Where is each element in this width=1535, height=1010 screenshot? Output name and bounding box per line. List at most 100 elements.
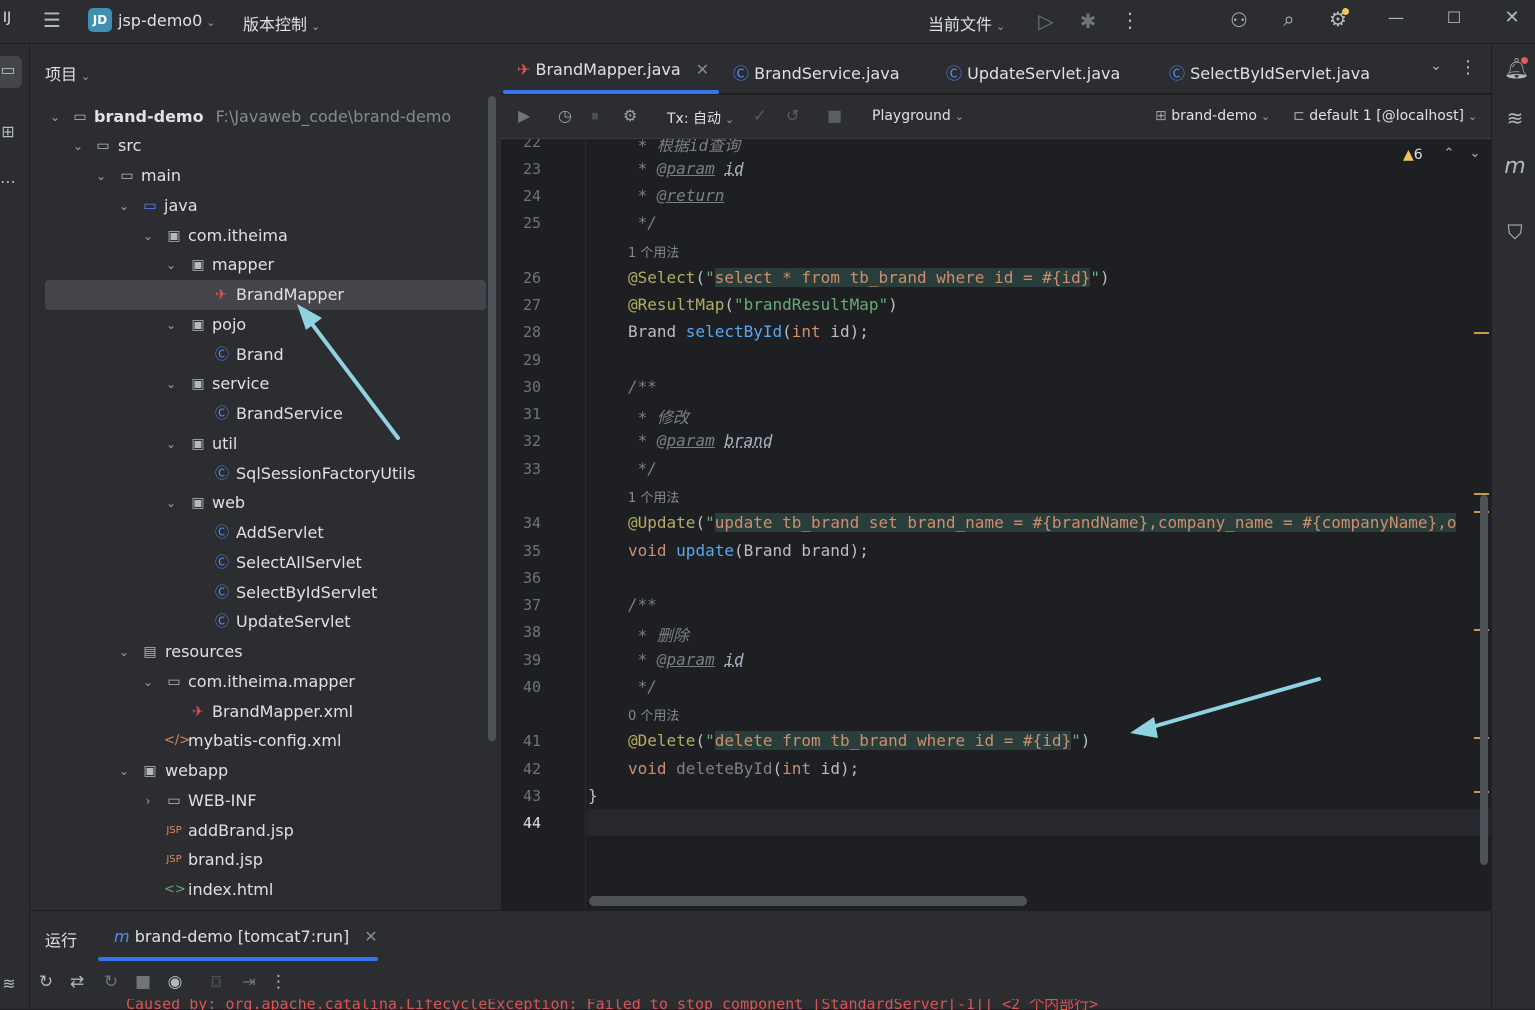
chevron-down-icon[interactable]: ⌄ [164,369,178,399]
chevron-down-icon[interactable]: ⌄ [164,250,178,280]
more-tools-icon[interactable]: ⋯ [0,172,16,191]
session-selector[interactable]: ⊏ default 1 [@localhost] ⌄ [1293,108,1477,124]
tree-item-addbrand-jsp[interactable]: JSP addBrand.jsp [30,816,501,846]
tree-item-java[interactable]: ⌄ ▭ java [30,191,501,221]
shield-icon[interactable]: ⛉ [1504,220,1526,244]
chevron-down-icon[interactable]: ⌄ [71,131,85,161]
tx-mode-selector[interactable]: Tx: 自动 ⌄ [667,108,734,128]
tree-item-sqlsessionfactoryutils[interactable]: Ⓒ SqlSessionFactoryUtils [30,459,501,489]
tree-item-webapp[interactable]: ⌄ ▣ webapp [30,756,501,786]
tree-item-brandmapper[interactable]: ✈ BrandMapper [45,280,486,310]
tree-item-brand-demo[interactable]: ⌄ ▭ brand-demo F:\Javaweb_code\brand-demo [30,102,501,132]
stop-icon[interactable]: ■ [827,106,842,125]
run-tab[interactable]: m brand-demo [tomcat7:run] ✕ [114,927,378,946]
tree-item-index-html[interactable]: <> index.html [30,875,501,905]
chevron-down-icon[interactable]: ⌄ [117,756,131,786]
project-panel-title[interactable]: 项目 ⌄ [45,61,90,85]
rollback-icon[interactable]: ↺ [786,106,799,125]
warnings-indicator[interactable]: ▲6 [1403,147,1423,163]
tree-item-brandmapper-xml[interactable]: ✈ BrandMapper.xml [30,697,501,727]
project-switcher[interactable]: jsp-demo0 ⌄ [118,11,215,30]
tree-item-mapper[interactable]: ⌄ ▣ mapper [30,250,501,280]
prev-warning-icon[interactable]: ⌃ [1441,146,1457,161]
tree-item-resources[interactable]: ⌄ ▤ resources [30,637,501,667]
main-menu-icon[interactable]: ☰ [40,8,64,32]
warning-stripe[interactable] [1474,332,1489,334]
add-user-icon[interactable]: ⚇ [1226,8,1252,32]
tree-item-com-itheima[interactable]: ⌄ ▣ com.itheima [30,221,501,251]
code-editor[interactable]: 22 23 24 25 26 27 28 29 30 31 32 33 34 3… [501,139,1491,910]
tree-item-pojo[interactable]: ⌄ ▣ pojo [30,310,501,340]
camera-icon[interactable]: ⌼ [206,972,226,992]
editor-horizontal-scrollbar[interactable] [589,896,1027,906]
tree-item-mybatis-config[interactable]: </> mybatis-config.xml [30,726,501,756]
history-icon[interactable]: ◷ [558,106,572,125]
tab-selectbyidservlet[interactable]: Ⓒ SelectByIdServlet.java [1169,60,1370,84]
pause-icon[interactable]: ⏸ [591,106,599,126]
tab-brandmapper[interactable]: ✈ BrandMapper.java ✕ [517,60,709,79]
execute-icon[interactable]: ▶ [518,106,530,125]
maximize-icon[interactable]: ☐ [1444,8,1464,27]
chevron-down-icon[interactable]: ⌄ [141,221,155,251]
tab-updateservlet[interactable]: Ⓒ UpdateServlet.java [946,60,1120,84]
chevron-down-icon[interactable]: ⌄ [164,310,178,340]
tree-item-brand-jsp[interactable]: JSP brand.jsp [30,845,501,875]
search-icon[interactable]: ⌕ [1276,7,1302,31]
minimize-icon[interactable]: — [1386,8,1406,27]
tree-item-updateservlet[interactable]: Ⓒ UpdateServlet [30,607,501,637]
tree-item-service[interactable]: ⌄ ▣ service [30,369,501,399]
structure-icon[interactable]: ⊞ [0,122,16,141]
tree-item-web-inf[interactable]: › ▭ WEB-INF [30,786,501,816]
chevron-down-icon[interactable]: ⌄ [141,667,155,697]
project-scrollbar[interactable] [488,96,496,741]
tab-more-icon[interactable]: ⋮ [1459,57,1477,78]
tree-item-addservlet[interactable]: Ⓒ AddServlet [30,518,501,548]
rerun-failed-icon[interactable]: ⇄ [67,972,87,992]
tab-close-icon[interactable]: ✕ [364,927,377,946]
vcs-menu[interactable]: 版本控制 ⌄ [243,11,320,35]
maven-icon[interactable]: m [1504,154,1526,179]
more-icon[interactable]: ⋮ [1120,8,1140,32]
next-warning-icon[interactable]: ⌄ [1467,146,1483,161]
usage-hint[interactable]: 1 个用法 [628,487,679,506]
restart-icon[interactable]: ↻ [101,972,121,992]
more-icon[interactable]: ⋮ [270,972,287,992]
tree-item-brandservice[interactable]: Ⓒ BrandService [30,399,501,429]
tree-item-src[interactable]: ⌄ ▭ src [30,131,501,161]
tab-list-chevron-icon[interactable]: ⌄ [1427,58,1445,74]
chevron-down-icon[interactable]: ⌄ [117,637,131,667]
database-icon[interactable]: ≋ [0,974,18,993]
tree-item-util[interactable]: ⌄ ▣ util [30,429,501,459]
tree-item-com-itheima-mapper[interactable]: ⌄ ▭ com.itheima.mapper [30,667,501,697]
chevron-down-icon[interactable]: ⌄ [94,161,108,191]
tree-item-web[interactable]: ⌄ ▣ web [30,488,501,518]
debug-icon[interactable]: ✱ [1076,9,1100,33]
playground-selector[interactable]: Playground ⌄ [872,108,964,124]
rerun-icon[interactable]: ↻ [36,972,56,992]
commit-icon[interactable]: ✓ [753,106,766,125]
datasource-selector[interactable]: ⊞ brand-demo ⌄ [1155,108,1270,124]
tree-item-selectallservlet[interactable]: Ⓒ SelectAllServlet [30,548,501,578]
project-tool-button[interactable]: ▭ [0,56,22,88]
database-icon[interactable]: ≋ [1504,106,1526,130]
chevron-right-icon[interactable]: › [141,786,155,816]
tree-item-main[interactable]: ⌄ ▭ main [30,161,501,191]
chevron-down-icon[interactable]: ⌄ [164,488,178,518]
usage-hint[interactable]: 0 个用法 [628,705,679,724]
close-icon[interactable]: ✕ [1502,7,1522,28]
tab-brandservice[interactable]: Ⓒ BrandService.java [733,60,900,84]
run-config-selector[interactable]: 当前文件 ⌄ [928,11,1005,35]
exit-icon[interactable]: ⇥ [239,972,259,991]
chevron-down-icon[interactable]: ⌄ [117,191,131,221]
gear-icon[interactable]: ⚙ [623,106,637,125]
eye-icon[interactable]: ◉ [164,972,186,992]
stop-icon[interactable]: ■ [133,972,153,992]
tab-close-icon[interactable]: ✕ [696,60,709,79]
run-panel-title[interactable]: 运行 [45,927,77,951]
tree-item-selectbyidservlet[interactable]: Ⓒ SelectByIdServlet [30,578,501,608]
tree-item-brand[interactable]: Ⓒ Brand [30,340,501,370]
editor-vertical-scrollbar[interactable] [1480,495,1488,865]
run-icon[interactable]: ▷ [1034,9,1058,33]
chevron-down-icon[interactable]: ⌄ [48,102,62,132]
chevron-down-icon[interactable]: ⌄ [164,429,178,459]
